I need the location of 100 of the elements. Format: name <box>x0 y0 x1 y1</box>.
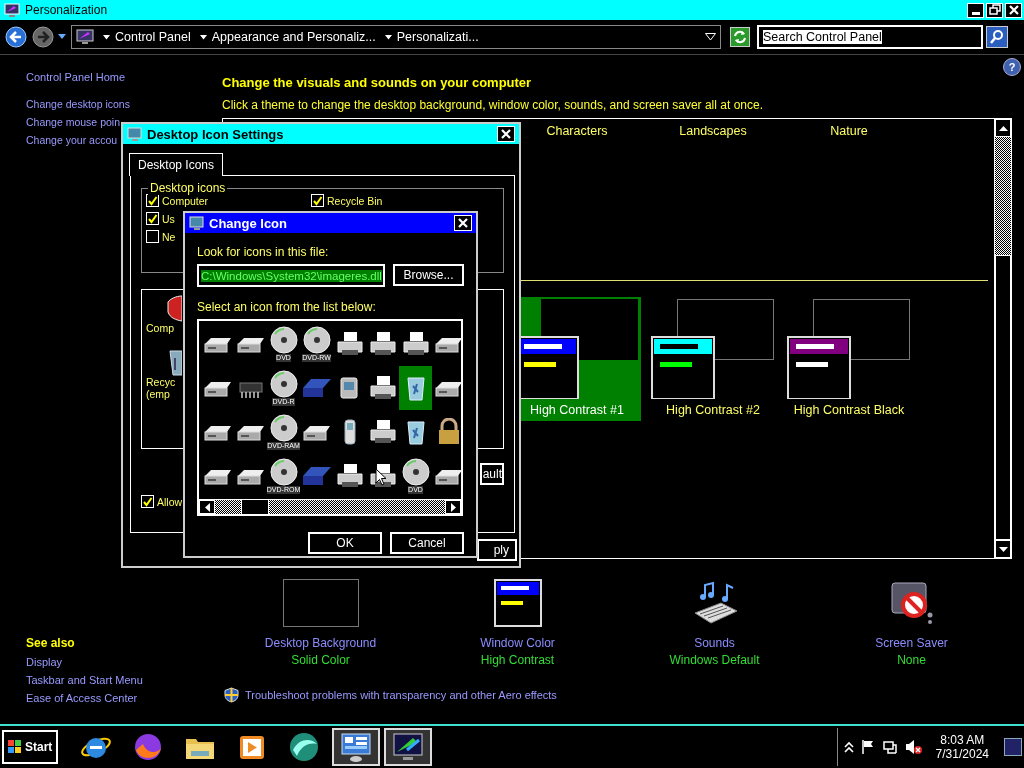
minimize-button[interactable] <box>967 2 984 18</box>
disc-icon <box>268 458 299 486</box>
checkbox[interactable] <box>146 212 159 225</box>
sidebar-link[interactable]: Display <box>26 656 222 668</box>
clock-date[interactable]: 7/31/2024 <box>935 747 989 761</box>
control-panel-icon <box>339 730 374 764</box>
restore-button[interactable] <box>986 2 1003 18</box>
apply-button[interactable]: ply <box>477 539 517 561</box>
scroll-down-arrow-icon[interactable] <box>998 546 1008 552</box>
sidebar-link[interactable]: Taskbar and Start Menu <box>26 674 222 686</box>
caret-icon[interactable] <box>199 34 207 40</box>
search-button[interactable] <box>986 26 1008 48</box>
clock-time[interactable]: 8:03 AM <box>940 733 985 747</box>
icon-label: Comp <box>146 322 174 334</box>
setting-value: None <box>897 653 926 667</box>
refresh-button[interactable] <box>730 27 750 47</box>
caret-icon[interactable] <box>103 34 110 40</box>
theme-group-heading: Landscapes <box>678 124 748 138</box>
start-button[interactable]: Start <box>2 730 59 764</box>
taskbar-button[interactable] <box>384 728 433 766</box>
scroll-up-arrow-icon[interactable] <box>998 125 1008 131</box>
chevron-up-icon[interactable] <box>843 741 854 753</box>
theme-name: High Contrast #2 <box>666 403 760 417</box>
close-button[interactable] <box>454 215 472 231</box>
window-preview-icon[interactable] <box>493 579 542 627</box>
background-preview-icon[interactable] <box>282 579 359 627</box>
monitor-icon <box>4 2 20 18</box>
scroll-left-arrow-icon[interactable] <box>204 502 210 512</box>
breadcrumb[interactable]: Personalizati... <box>396 30 479 44</box>
dropdown-caret-icon[interactable] <box>705 33 716 41</box>
close-button[interactable] <box>1005 2 1022 18</box>
network-icon[interactable] <box>881 739 898 755</box>
address-field[interactable]: Control Panel Appearance and Personaliz... Personalizati... <box>71 25 721 49</box>
window-title: Personalization <box>25 3 109 17</box>
ok-button[interactable]: OK <box>308 532 382 554</box>
show-desktop-button[interactable] <box>1004 738 1022 756</box>
checkbox[interactable] <box>146 230 159 243</box>
setting-link[interactable]: Sounds <box>694 636 735 650</box>
setting-value: Windows Default <box>669 653 760 667</box>
minimize-icon <box>971 11 980 15</box>
close-button[interactable] <box>497 126 515 142</box>
icon-label: Recyc <box>146 376 176 388</box>
page-heading: Change the visuals and sounds on your computer <box>222 75 533 90</box>
forward-button[interactable] <box>31 25 55 49</box>
field-label: Look for icons in this file: <box>197 245 330 259</box>
theme-tile[interactable]: High Contrast Black <box>785 297 913 421</box>
scrollbar[interactable] <box>199 499 461 514</box>
mouse-pointer-icon <box>375 468 387 486</box>
checkbox[interactable] <box>141 495 154 508</box>
monitor-icon <box>189 215 205 231</box>
sidebar-link[interactable]: Control Panel Home <box>26 71 222 83</box>
disc-icon <box>268 326 299 354</box>
printer-icon <box>367 330 398 358</box>
checkbox-label: Allow <box>157 495 183 508</box>
shield-icon[interactable] <box>166 294 182 322</box>
setting-link[interactable]: Screen Saver <box>875 636 948 650</box>
caret-icon[interactable] <box>58 34 66 40</box>
sidebar-link[interactable]: Change desktop icons <box>26 98 222 110</box>
caret-icon[interactable] <box>384 34 392 40</box>
checkbox-label: Computer <box>162 194 209 207</box>
scroll-right-arrow-icon[interactable] <box>450 502 456 512</box>
disc-icon <box>268 370 299 398</box>
setting-link[interactable]: Desktop Background <box>264 636 377 650</box>
breadcrumb[interactable]: Control Panel <box>115 30 191 44</box>
troubleshoot-link[interactable]: Troubleshoot problems with transparency and other Aero effects <box>245 689 557 701</box>
search-field[interactable]: Search Control Panel <box>757 25 983 49</box>
checkbox-label: Ne <box>162 230 176 243</box>
setting-link[interactable]: Window Color <box>480 636 555 650</box>
see-also-heading: See also <box>26 636 76 650</box>
help-button[interactable]: ? <box>1003 58 1021 76</box>
restore-default-button[interactable]: ault <box>480 463 504 485</box>
restore-icon <box>988 4 1001 16</box>
windows-logo-icon <box>8 740 22 754</box>
browse-button[interactable]: Browse... <box>393 264 464 286</box>
checkbox[interactable] <box>311 194 324 207</box>
tab[interactable]: Desktop Icons <box>129 153 224 176</box>
disc-icon <box>400 458 431 486</box>
back-button[interactable] <box>4 25 28 49</box>
theme-name: High Contrast #1 <box>530 403 624 417</box>
scroll-thumb[interactable] <box>241 500 269 514</box>
breadcrumb[interactable]: Appearance and Personaliz... <box>211 30 376 44</box>
disc-icon <box>301 326 332 354</box>
theme-tile[interactable]: High Contrast #2 <box>649 297 777 421</box>
file-path-field[interactable]: C:\Windows\System32\imageres.dll <box>197 264 385 287</box>
speaker-muted-icon[interactable] <box>904 739 923 755</box>
trash-bin-icon[interactable] <box>166 348 182 376</box>
sidebar-link[interactable]: Ease of Access Center <box>26 692 222 704</box>
dialog-title: Change Icon <box>209 215 288 231</box>
checkbox-label: Us <box>162 212 175 225</box>
group-label: Desktop icons <box>148 181 228 195</box>
scrollbar[interactable] <box>994 119 1011 558</box>
flag-icon[interactable] <box>860 739 875 755</box>
theme-name: High Contrast Black <box>793 403 905 417</box>
theme-group-heading: Nature <box>829 124 869 138</box>
cancel-button[interactable]: Cancel <box>390 532 464 554</box>
checkbox[interactable] <box>146 194 159 207</box>
checkbox-label: Recycle Bin <box>327 194 383 207</box>
disc-icon <box>268 414 299 442</box>
taskbar-button[interactable] <box>332 728 381 766</box>
printer-icon <box>334 330 365 358</box>
